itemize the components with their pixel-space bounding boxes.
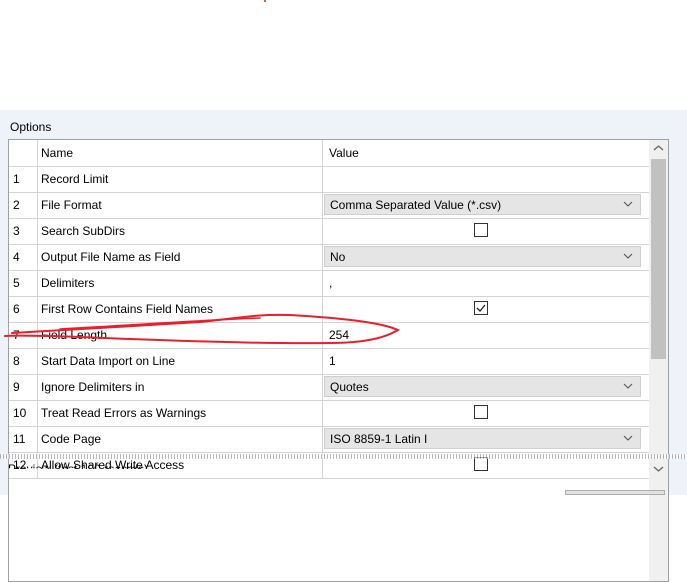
- header-num-cell: [9, 140, 38, 166]
- header-value: Value: [329, 146, 359, 160]
- option-row[interactable]: 4 Output File Name as Field No: [9, 244, 649, 271]
- checkmark-icon: [476, 304, 486, 312]
- scroll-up-button[interactable]: [649, 140, 668, 157]
- option-name: First Row Contains Field Names: [41, 302, 214, 316]
- grid-header-row: Name Value: [9, 140, 649, 167]
- row-number: 2: [13, 198, 20, 212]
- option-row[interactable]: 1 Record Limit: [9, 166, 649, 193]
- header-name: Name: [41, 146, 74, 160]
- preview-control[interactable]: [565, 490, 665, 495]
- option-name: Record Limit: [41, 172, 109, 186]
- row-number-cell: 10: [9, 400, 38, 426]
- row-number-cell: 6: [9, 296, 38, 322]
- option-checkbox[interactable]: [474, 405, 488, 419]
- dropdown-selected-value: Quotes: [330, 380, 369, 394]
- row-number-cell: 2: [9, 192, 38, 218]
- row-number: 4: [13, 250, 20, 264]
- row-number: 9: [13, 380, 20, 394]
- option-row[interactable]: 9 Ignore Delimiters in Quotes: [9, 374, 649, 401]
- option-name: Output File Name as Field: [41, 250, 181, 264]
- options-panel: Options Name Value 1 Record Limit 2 File Fo…: [0, 110, 687, 582]
- panel-splitter[interactable]: [0, 454, 687, 459]
- row-number-cell: 1: [9, 166, 38, 192]
- vertical-scrollbar[interactable]: [649, 140, 668, 581]
- row-number-cell: 11: [9, 426, 38, 452]
- option-name: File Format: [41, 198, 102, 212]
- row-number: 1: [13, 172, 20, 186]
- dropdown-selected-value: ISO 8859-1 Latin I: [330, 432, 428, 446]
- row-number: 8: [13, 354, 20, 368]
- option-name: Delimiters: [41, 276, 95, 290]
- chevron-down-icon: [653, 466, 664, 472]
- row-number: 3: [13, 224, 20, 238]
- option-row[interactable]: 8 Start Data Import on Line 1: [9, 348, 649, 375]
- chevron-up-icon: [653, 145, 664, 151]
- options-title: Options: [10, 120, 52, 134]
- option-checkbox[interactable]: [474, 223, 488, 237]
- row-number-cell: 5: [9, 270, 38, 296]
- option-name: Field Length: [41, 328, 108, 342]
- option-row[interactable]: 10 Treat Read Errors as Warnings: [9, 400, 649, 427]
- row-number: 7: [13, 328, 20, 342]
- option-value-text[interactable]: 1: [329, 354, 336, 368]
- row-number-cell: 3: [9, 218, 38, 244]
- row-number: 11: [13, 432, 26, 446]
- option-row[interactable]: 2 File Format Comma Separated Value (*.csv…: [9, 192, 649, 219]
- option-checkbox[interactable]: [474, 457, 488, 471]
- option-row[interactable]: 7 Field Length 254: [9, 322, 649, 349]
- row-number-cell: 7: [9, 322, 38, 348]
- option-name: Start Data Import on Line: [41, 354, 176, 368]
- option-name: Treat Read Errors as Warnings: [41, 406, 207, 420]
- row-number-cell: 8: [9, 348, 38, 374]
- chevron-down-icon: [623, 435, 633, 441]
- chevron-down-icon: [623, 253, 633, 259]
- stray-mark: [264, 0, 266, 2]
- option-checkbox[interactable]: [474, 301, 488, 315]
- chevron-down-icon: [623, 383, 633, 389]
- option-value-dropdown[interactable]: Comma Separated Value (*.csv): [324, 194, 641, 215]
- option-value-text[interactable]: ,: [329, 276, 332, 290]
- scroll-thumb[interactable]: [651, 159, 666, 359]
- option-row[interactable]: 3 Search SubDirs: [9, 218, 649, 245]
- option-value-dropdown[interactable]: ISO 8859-1 Latin I: [324, 428, 641, 449]
- option-name: Search SubDirs: [41, 224, 126, 238]
- scroll-down-button[interactable]: [649, 460, 668, 477]
- options-grid: Name Value 1 Record Limit 2 File Format Comm…: [8, 139, 669, 582]
- option-row[interactable]: 6 First Row Contains Field Names: [9, 296, 649, 323]
- option-value-dropdown[interactable]: No: [324, 246, 641, 267]
- row-number: 5: [13, 276, 20, 290]
- row-number: 10: [13, 406, 27, 420]
- dropdown-selected-value: Comma Separated Value (*.csv): [330, 198, 502, 212]
- option-value-text[interactable]: 254: [329, 328, 349, 342]
- row-number-cell: 9: [9, 374, 38, 400]
- option-name: Ignore Delimiters in: [41, 380, 145, 394]
- option-name: Code Page: [41, 432, 102, 446]
- option-row[interactable]: 5 Delimiters,: [9, 270, 649, 297]
- row-number-cell: 4: [9, 244, 38, 270]
- option-value-dropdown[interactable]: Quotes: [324, 376, 641, 397]
- row-number: 6: [13, 302, 20, 316]
- chevron-down-icon: [623, 201, 633, 207]
- dropdown-selected-value: No: [330, 250, 346, 264]
- option-row[interactable]: 11 Code Page ISO 8859-1 Latin I: [9, 426, 649, 453]
